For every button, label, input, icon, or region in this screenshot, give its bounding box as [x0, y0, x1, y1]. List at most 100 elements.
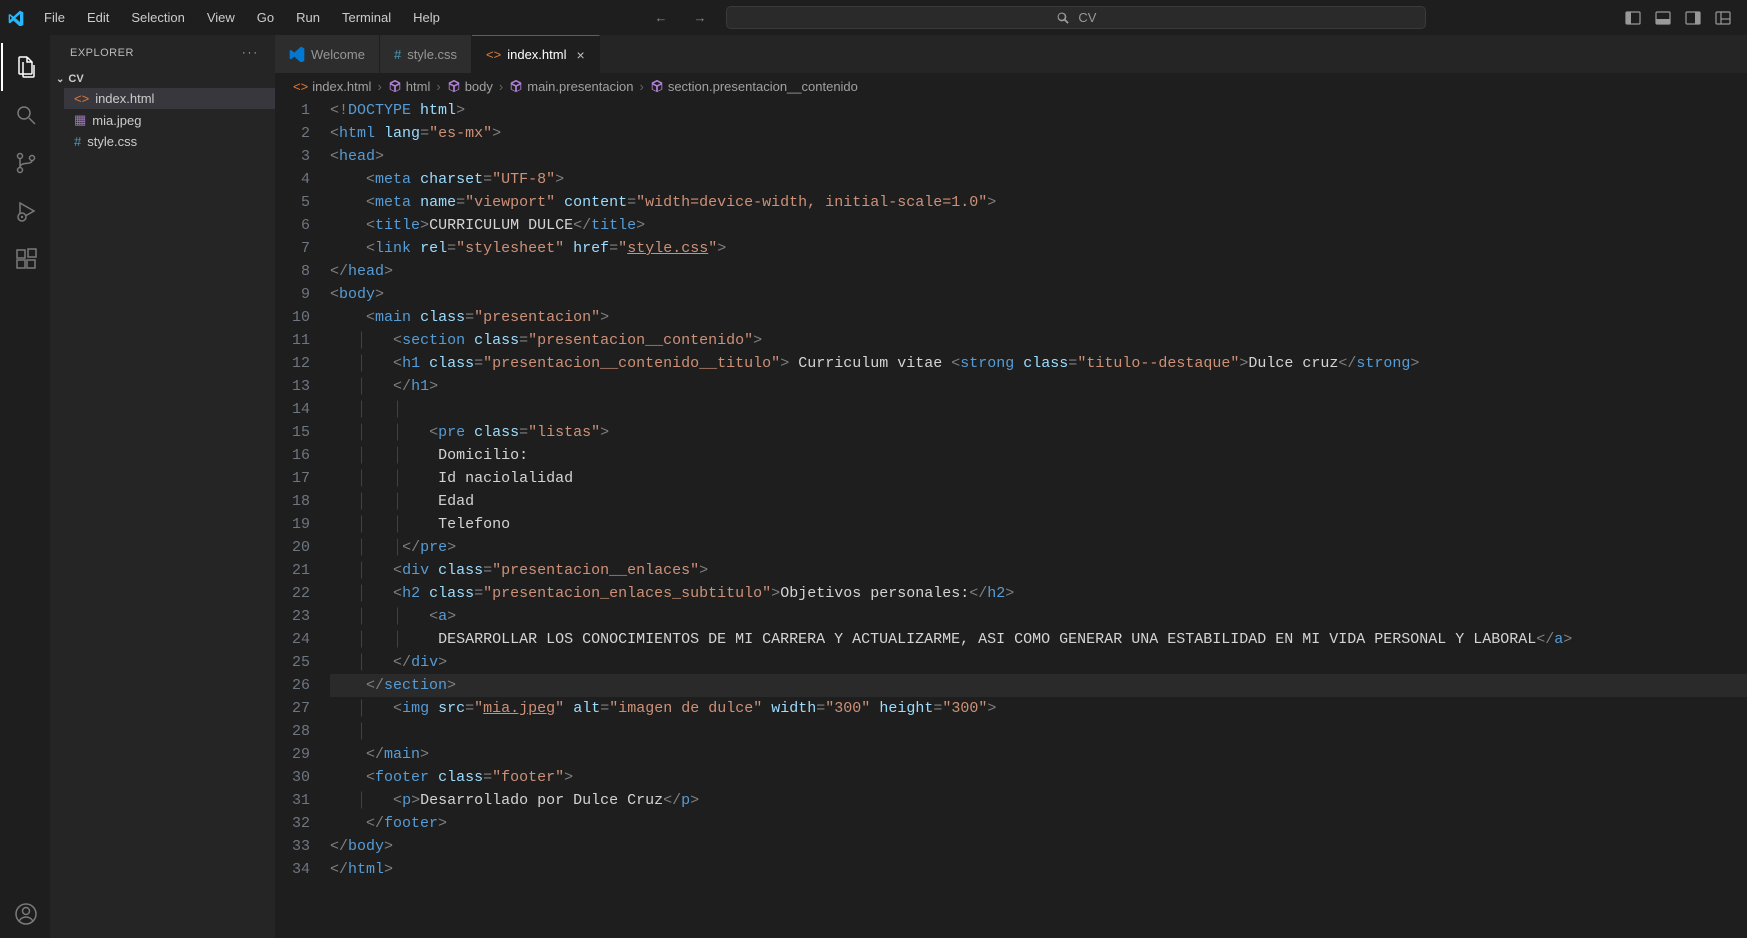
tab-Welcome[interactable]: Welcome [275, 35, 380, 73]
chevron-right-icon: › [436, 79, 440, 94]
file-item[interactable]: <>index.html [64, 88, 275, 109]
symbol-icon [447, 79, 461, 93]
code-line[interactable]: │ <img src="mia.jpeg" alt="imagen de dul… [330, 697, 1747, 720]
code-line[interactable]: │ │ <a> [330, 605, 1747, 628]
breadcrumb-segment[interactable]: main.presentacion [509, 79, 633, 94]
code-line[interactable]: │ [330, 720, 1747, 743]
menu-edit[interactable]: Edit [77, 6, 119, 29]
account-icon [14, 902, 38, 926]
folder-header[interactable]: ⌄ CV [50, 70, 275, 88]
menu-go[interactable]: Go [247, 6, 284, 29]
code-line[interactable]: <meta name="viewport" content="width=dev… [330, 191, 1747, 214]
code-line[interactable]: │ </h1> [330, 375, 1747, 398]
symbol-icon [388, 79, 402, 93]
code-line[interactable]: │ │ Domicilio: [330, 444, 1747, 467]
line-number: 34 [275, 858, 310, 881]
activity-bar [0, 35, 50, 938]
code-line[interactable]: │ <div class="presentacion__enlaces"> [330, 559, 1747, 582]
line-number: 22 [275, 582, 310, 605]
tab-bar: Welcome #style.css<>index.html× [275, 35, 1747, 73]
menu-selection[interactable]: Selection [121, 6, 194, 29]
line-number: 4 [275, 168, 310, 191]
code-line[interactable]: │ <section class="presentacion__contenid… [330, 329, 1747, 352]
html-icon: <> [293, 79, 308, 94]
code-line[interactable]: </footer> [330, 812, 1747, 835]
menu-terminal[interactable]: Terminal [332, 6, 401, 29]
tab-index-html[interactable]: <>index.html× [472, 35, 600, 73]
activity-extensions[interactable] [1, 235, 49, 283]
code-line[interactable]: <main class="presentacion"> [330, 306, 1747, 329]
customize-layout-icon[interactable] [1715, 10, 1731, 26]
code-line[interactable]: │ │ Id naciolalidad [330, 467, 1747, 490]
menu-run[interactable]: Run [286, 6, 330, 29]
line-number: 3 [275, 145, 310, 168]
code-line[interactable]: │ <p>Desarrollado por Dulce Cruz</p> [330, 789, 1747, 812]
activity-explorer[interactable] [1, 43, 49, 91]
line-number: 27 [275, 697, 310, 720]
code-line[interactable]: <html lang="es-mx"> [330, 122, 1747, 145]
code-line[interactable]: <!DOCTYPE html> [330, 99, 1747, 122]
nav-forward-icon[interactable]: → [687, 7, 712, 28]
code-line[interactable]: </head> [330, 260, 1747, 283]
code-line[interactable]: │ │</pre> [330, 536, 1747, 559]
line-number: 9 [275, 283, 310, 306]
breadcrumb[interactable]: <>index.html›html›body›main.presentacion… [275, 73, 1747, 99]
activity-source-control[interactable] [1, 139, 49, 187]
code-line[interactable]: </main> [330, 743, 1747, 766]
code-line[interactable]: </body> [330, 835, 1747, 858]
code-line[interactable]: │ <h1 class="presentacion__contenido__ti… [330, 352, 1747, 375]
file-item[interactable]: #style.css [64, 131, 275, 152]
vscode-icon [289, 46, 305, 62]
code-line[interactable]: │ │ DESARROLLAR LOS CONOCIMIENTOS DE MI … [330, 628, 1747, 651]
line-number: 24 [275, 628, 310, 651]
code-line[interactable]: │ </div> [330, 651, 1747, 674]
nav-back-icon[interactable]: ← [648, 7, 673, 28]
search-icon [1056, 11, 1070, 25]
command-center-search[interactable]: CV [726, 6, 1426, 29]
line-number: 20 [275, 536, 310, 559]
code-line[interactable]: │ <h2 class="presentacion_enlaces_subtit… [330, 582, 1747, 605]
close-icon[interactable]: × [572, 47, 584, 63]
toggle-panel-icon[interactable] [1655, 10, 1671, 26]
code-line[interactable]: │ │ <pre class="listas"> [330, 421, 1747, 444]
breadcrumb-segment[interactable]: section.presentacion__contenido [650, 79, 858, 94]
toggle-secondary-sidebar-icon[interactable] [1685, 10, 1701, 26]
activity-search[interactable] [1, 91, 49, 139]
breadcrumb-segment[interactable]: <>index.html [293, 79, 371, 94]
code-line[interactable]: </html> [330, 858, 1747, 881]
code-line[interactable]: <meta charset="UTF-8"> [330, 168, 1747, 191]
line-number: 30 [275, 766, 310, 789]
menu-view[interactable]: View [197, 6, 245, 29]
line-number: 1 [275, 99, 310, 122]
line-number: 33 [275, 835, 310, 858]
line-number: 13 [275, 375, 310, 398]
line-number: 32 [275, 812, 310, 835]
symbol-icon [650, 79, 664, 93]
activity-run-debug[interactable] [1, 187, 49, 235]
menu-file[interactable]: File [34, 6, 75, 29]
activity-accounts[interactable] [1, 890, 49, 938]
folder-name: CV [68, 73, 83, 85]
tab-label: Welcome [311, 47, 365, 62]
breadcrumb-segment[interactable]: html [388, 79, 431, 94]
code-line[interactable]: <title>CURRICULUM DULCE</title> [330, 214, 1747, 237]
code-line[interactable]: <head> [330, 145, 1747, 168]
tab-style-css[interactable]: #style.css [380, 35, 472, 73]
menu-help[interactable]: Help [403, 6, 450, 29]
chevron-right-icon: › [499, 79, 503, 94]
breadcrumb-segment[interactable]: body [447, 79, 493, 94]
code-line[interactable]: │ │ Edad [330, 490, 1747, 513]
line-number: 31 [275, 789, 310, 812]
code-line[interactable]: <body> [330, 283, 1747, 306]
toggle-primary-sidebar-icon[interactable] [1625, 10, 1641, 26]
code-line[interactable]: │ │ Telefono [330, 513, 1747, 536]
code-line[interactable]: </section> [330, 674, 1747, 697]
code-line[interactable]: │ │ [330, 398, 1747, 421]
code-content[interactable]: <!DOCTYPE html><html lang="es-mx"><head>… [330, 99, 1747, 938]
file-tree: <>index.html▦mia.jpeg#style.css [50, 88, 275, 152]
file-item[interactable]: ▦mia.jpeg [64, 109, 275, 131]
code-line[interactable]: <link rel="stylesheet" href="style.css"> [330, 237, 1747, 260]
sidebar-more-icon[interactable]: ··· [242, 47, 259, 59]
code-editor[interactable]: 1234567891011121314151617181920212223242… [275, 99, 1747, 938]
code-line[interactable]: <footer class="footer"> [330, 766, 1747, 789]
